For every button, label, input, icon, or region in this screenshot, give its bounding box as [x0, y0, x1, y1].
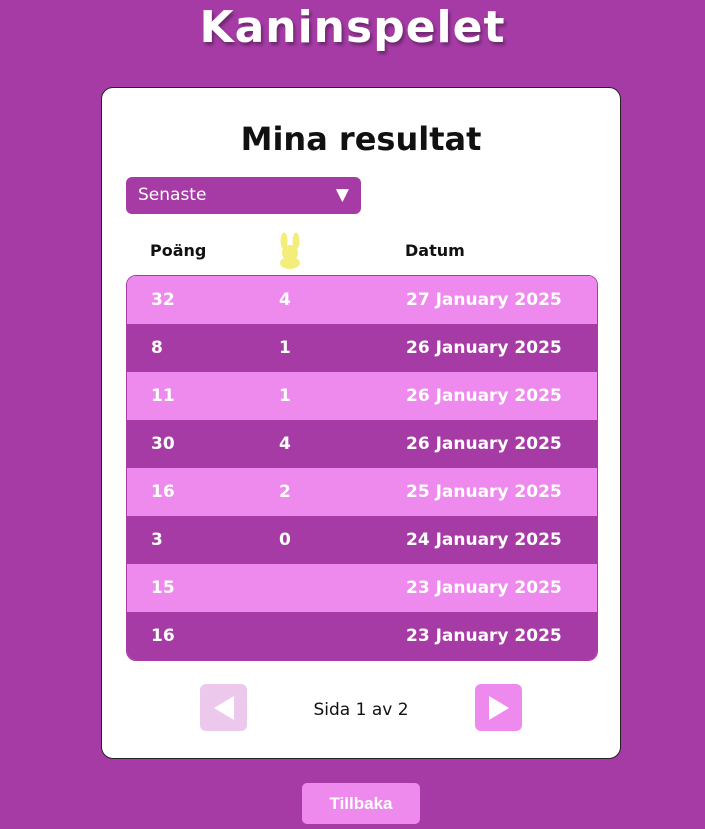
sort-select-value: Senaste [138, 185, 207, 205]
bunny-icon [275, 232, 305, 274]
points-cell: 11 [151, 386, 175, 406]
table-row: 30 4 26 January 2025 [127, 420, 597, 468]
date-cell: 25 January 2025 [406, 482, 562, 502]
table-row: 16 23 January 2025 [127, 612, 597, 660]
rabbits-cell: 1 [279, 338, 291, 358]
date-cell: 26 January 2025 [406, 338, 562, 358]
app-title: Kaninspelet [199, 2, 506, 53]
triangle-left-icon [213, 695, 234, 720]
rabbits-cell: 1 [279, 386, 291, 406]
page-title: Mina resultat [240, 120, 482, 158]
date-cell: 26 January 2025 [406, 386, 562, 406]
table-row: 11 1 26 January 2025 [127, 372, 597, 420]
points-cell: 15 [151, 578, 175, 598]
previous-page-button[interactable] [200, 684, 247, 731]
table-row: 8 1 26 January 2025 [127, 324, 597, 372]
column-header-date: Datum [405, 241, 465, 260]
table-row: 3 0 24 January 2025 [127, 516, 597, 564]
triangle-right-icon [488, 695, 509, 720]
points-cell: 3 [151, 530, 163, 550]
date-cell: 27 January 2025 [406, 290, 562, 310]
page-indicator: Sida 1 av 2 [313, 700, 409, 720]
points-cell: 8 [151, 338, 163, 358]
table-row: 32 4 27 January 2025 [127, 276, 597, 324]
dropdown-arrow-icon: ▼ [335, 185, 349, 205]
next-page-button[interactable] [475, 684, 522, 731]
results-card: Mina resultat Senaste ▼ Poäng Datum 32 4 2… [101, 87, 621, 759]
table-row: 15 23 January 2025 [127, 564, 597, 612]
points-cell: 16 [151, 626, 175, 646]
rabbits-cell: 4 [279, 290, 291, 310]
date-cell: 23 January 2025 [406, 578, 562, 598]
back-button[interactable]: Tillbaka [302, 783, 420, 824]
points-cell: 16 [151, 482, 175, 502]
table-row: 16 2 25 January 2025 [127, 468, 597, 516]
date-cell: 24 January 2025 [406, 530, 562, 550]
column-header-points: Poäng [150, 241, 207, 260]
points-cell: 32 [151, 290, 175, 310]
date-cell: 23 January 2025 [406, 626, 562, 646]
date-cell: 26 January 2025 [406, 434, 562, 454]
results-table: 32 4 27 January 2025 8 1 26 January 2025 11 1 26… [126, 275, 598, 661]
points-cell: 30 [151, 434, 175, 454]
rabbits-cell: 2 [279, 482, 291, 502]
sort-select[interactable]: Senaste ▼ [126, 177, 361, 214]
rabbits-cell: 0 [279, 530, 291, 550]
rabbits-cell: 4 [279, 434, 291, 454]
